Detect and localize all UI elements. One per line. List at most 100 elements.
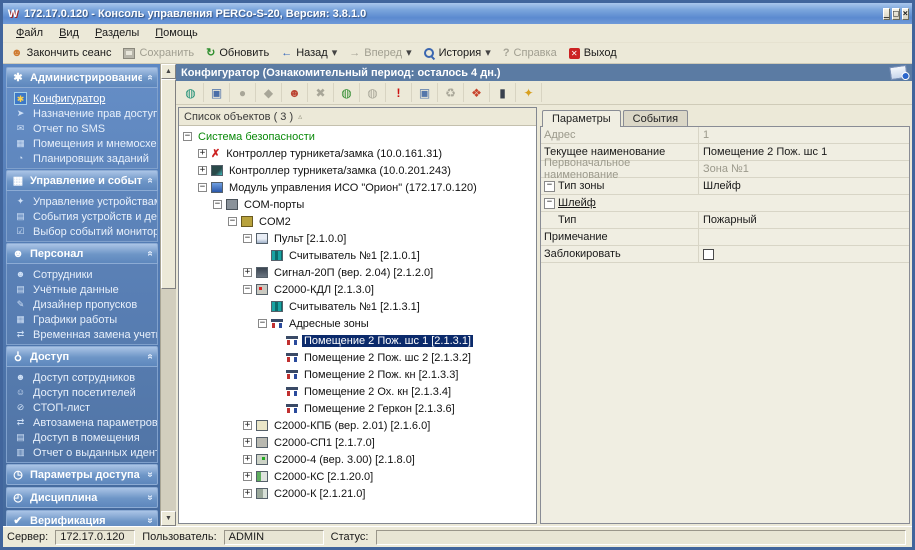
bell-button[interactable]: ◆	[256, 83, 282, 102]
collapse-minus-icon[interactable]: −	[198, 183, 207, 192]
sidebar-item[interactable]: ▤Доступ в помещения	[14, 430, 157, 445]
expand-plus-icon[interactable]: +	[243, 421, 252, 430]
users-red-button[interactable]: ☻	[282, 83, 308, 102]
menu-item[interactable]: Файл	[9, 26, 50, 40]
sidebar-section-header[interactable]: ✱Администрирование»	[6, 67, 158, 88]
property-expander-icon[interactable]: −	[544, 181, 555, 192]
mail-search-icon[interactable]	[889, 65, 908, 80]
checkbox[interactable]	[703, 249, 714, 260]
tree-row[interactable]: +С2000-КС [2.1.20.0]	[179, 468, 536, 485]
scroll-down-icon[interactable]: ▼	[161, 511, 176, 526]
property-value-cell[interactable]: Помещение 2 Пож. шс 1	[699, 144, 909, 160]
chevron-up-icon[interactable]: »	[145, 354, 156, 360]
menu-item[interactable]: Вид	[52, 26, 86, 40]
expand-plus-icon[interactable]: +	[243, 472, 252, 481]
tree-row[interactable]: Считыватель №1 [2.1.0.1]	[179, 247, 536, 264]
recycle-button[interactable]: ♻	[438, 83, 464, 102]
collapse-minus-icon[interactable]: −	[243, 285, 252, 294]
sidebar-item[interactable]: ▤События устройств и дейст...	[14, 209, 157, 224]
sidebar-item[interactable]: ⇄Временная замена учетных ...	[14, 327, 157, 342]
sidebar-scrollbar[interactable]: ▲ ▼	[160, 64, 176, 526]
tree-row[interactable]: Помещение 2 Ох. кн [2.1.3.4]	[179, 383, 536, 400]
expand-plus-icon[interactable]: +	[198, 149, 207, 158]
help-button[interactable]: ?Справка	[498, 46, 564, 60]
scrollbar-track[interactable]	[161, 289, 176, 511]
exclamation-button[interactable]: !	[386, 83, 412, 102]
globe-gray-button[interactable]: ◍	[360, 83, 386, 102]
sphere-button[interactable]: ●	[230, 83, 256, 102]
property-value-cell[interactable]: Пожарный	[699, 212, 909, 228]
tree-row[interactable]: +Контроллер турникета/замка (10.0.201.24…	[179, 162, 536, 179]
sidebar-item[interactable]: ✎Дизайнер пропусков	[14, 297, 157, 312]
sidebar-section-header[interactable]: ◴Дисциплина»	[6, 487, 158, 508]
scroll-up-icon[interactable]: ▲	[161, 64, 176, 79]
tree-row[interactable]: −Система безопасности	[179, 128, 536, 145]
search-devices-button[interactable]: ◍	[178, 83, 204, 102]
delete-x-button[interactable]: ✖	[308, 83, 334, 102]
save-button[interactable]: Сохранить	[118, 46, 201, 60]
chevron-up-icon[interactable]: »	[145, 178, 156, 184]
tab-active[interactable]: Параметры	[542, 110, 621, 127]
expand-plus-icon[interactable]: +	[198, 166, 207, 175]
tree-row[interactable]: −Модуль управления ИСО "Орион" (172.17.0…	[179, 179, 536, 196]
sidebar-item[interactable]: ☻Доступ сотрудников	[14, 370, 157, 385]
history-button[interactable]: История▾	[419, 46, 498, 60]
minimize-button[interactable]: _	[883, 8, 890, 20]
tree-row[interactable]: +✗Контроллер турникета/замка (10.0.161.3…	[179, 145, 536, 162]
flame-button[interactable]: ❖	[464, 83, 490, 102]
property-value-cell[interactable]	[699, 229, 909, 245]
property-value-cell[interactable]: 1	[699, 127, 909, 143]
tree-row[interactable]: Помещение 2 Пож. кн [2.1.3.3]	[179, 366, 536, 383]
tree-row[interactable]: +С2000-СП1 [2.1.7.0]	[179, 434, 536, 451]
sidebar-item[interactable]: ⊘СТОП-лист	[14, 400, 157, 415]
sidebar-item[interactable]: ▤Учётные данные	[14, 282, 157, 297]
sidebar-item[interactable]: ✱Конфигуратор	[14, 91, 157, 106]
chevron-up-icon[interactable]: »	[145, 75, 156, 81]
tree-row[interactable]: −Пульт [2.1.0.0]	[179, 230, 536, 247]
forward-button[interactable]: →Вперед▾	[344, 46, 418, 60]
tree-row[interactable]: Помещение 2 Пож. шс 1 [2.1.3.1]	[179, 332, 536, 349]
maximize-button[interactable]: □	[892, 8, 899, 20]
menu-item[interactable]: Разделы	[88, 26, 146, 40]
station-config-button[interactable]: ▣	[204, 83, 230, 102]
monitor-button[interactable]: ▣	[412, 83, 438, 102]
tree-row[interactable]: +С2000-КПБ (вер. 2.01) [2.1.6.0]	[179, 417, 536, 434]
sidebar-item[interactable]: ☻Сотрудники	[14, 267, 157, 282]
panel-button[interactable]: ▮	[490, 83, 516, 102]
property-value-cell[interactable]	[699, 246, 909, 262]
scrollbar-thumb[interactable]	[161, 79, 176, 289]
property-expander-icon[interactable]: −	[544, 198, 555, 209]
sidebar-item[interactable]: ➤Назначение прав доступа о...	[14, 106, 157, 121]
sidebar-section-header[interactable]: ◷Параметры доступа»	[6, 464, 158, 485]
sidebar-section-header[interactable]: ✔Верификация»	[6, 510, 158, 526]
sidebar-item[interactable]: ⇄Автозамена параметров до...	[14, 415, 157, 430]
tree-row[interactable]: −COM-порты	[179, 196, 536, 213]
collapse-minus-icon[interactable]: −	[258, 319, 267, 328]
expand-plus-icon[interactable]: +	[243, 455, 252, 464]
end-session-button[interactable]: ☻Закончить сеанс	[6, 46, 118, 60]
tree-row[interactable]: −Адресные зоны	[179, 315, 536, 332]
tree-row[interactable]: +Сигнал-20П (вер. 2.04) [2.1.2.0]	[179, 264, 536, 281]
collapse-minus-icon[interactable]: −	[183, 132, 192, 141]
expand-plus-icon[interactable]: +	[243, 268, 252, 277]
sidebar-item[interactable]: ▦Графики работы	[14, 312, 157, 327]
sidebar-section-header[interactable]: ☻Персонал»	[6, 243, 158, 264]
menu-item[interactable]: Помощь	[148, 26, 205, 40]
sidebar-item[interactable]: ☺Доступ посетителей	[14, 385, 157, 400]
tab-inactive[interactable]: События	[623, 110, 688, 126]
sidebar-item[interactable]: ▥Отчет о выданных идентиф...	[14, 445, 157, 460]
chevron-up-icon[interactable]: »	[145, 251, 156, 257]
sidebar-item[interactable]: ✦Управление устройствами и...	[14, 194, 157, 209]
chevron-down-icon[interactable]: »	[145, 518, 156, 524]
chevron-down-icon[interactable]: »	[145, 472, 156, 478]
tree-row[interactable]: +С2000-К [2.1.21.0]	[179, 485, 536, 502]
sidebar-item[interactable]: ☑Выбор событий мониторинга	[14, 224, 157, 239]
expand-plus-icon[interactable]: +	[243, 489, 252, 498]
property-value-cell[interactable]: Шлейф	[699, 178, 909, 194]
tree-row[interactable]: −COM2	[179, 213, 536, 230]
exit-button[interactable]: ✕Выход	[564, 46, 624, 60]
tree-column-header[interactable]: Список объектов ( 3 ) ▵	[179, 108, 536, 126]
sidebar-item[interactable]: ✉Отчет по SMS	[14, 121, 157, 136]
sidebar-section-header[interactable]: ▦Управление и события»	[6, 170, 158, 191]
collapse-minus-icon[interactable]: −	[243, 234, 252, 243]
